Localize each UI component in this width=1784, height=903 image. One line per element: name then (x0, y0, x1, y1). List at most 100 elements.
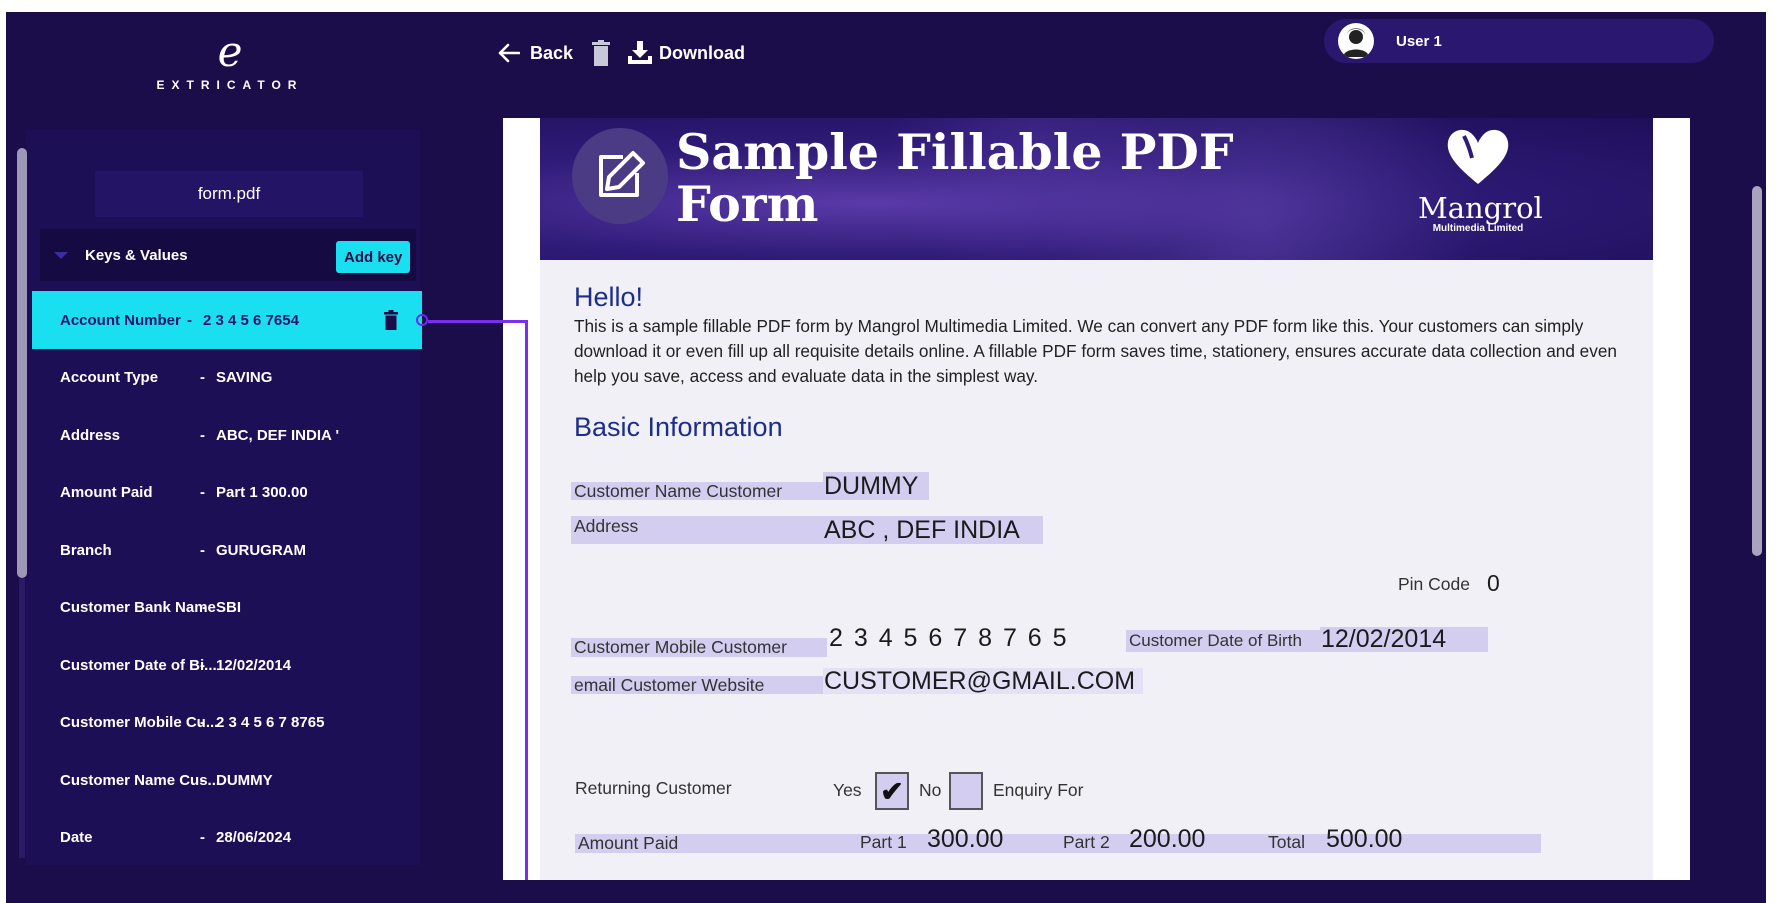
kv-value: 2 3 4 5 6 7 8765 (216, 714, 325, 732)
kv-value: SAVING (216, 369, 273, 387)
kv-key: Account Number (60, 311, 181, 329)
customer-name-label: Customer Name Customer (571, 481, 823, 501)
total-field[interactable]: 500.00 (1326, 825, 1402, 854)
kv-value: 28/06/2024 (216, 829, 292, 847)
kv-value: ABC, DEF INDIA ' (216, 426, 340, 444)
banner-title-line2: Form (676, 175, 819, 233)
kv-separator: - (200, 829, 205, 847)
download-icon (627, 41, 653, 65)
kv-value: DUMMY (216, 771, 273, 789)
kv-key: Account Type (60, 369, 159, 387)
total-label: Total (1268, 832, 1305, 852)
basic-information-heading: Basic Information (574, 412, 783, 442)
brand-logo: Mangrol Multimedia Limited (1418, 124, 1543, 234)
heart-logo-icon (1447, 129, 1509, 184)
key-value-row[interactable]: Address - ABC, DEF INDIA ' (32, 407, 422, 465)
hello-heading: Hello! (574, 282, 644, 312)
part1-field[interactable]: 300.00 (927, 825, 1003, 854)
kv-separator: - (200, 369, 205, 387)
pdf-viewer: Sample Fillable PDF Form Mangrol Multime… (503, 118, 1690, 880)
download-label: Download (659, 42, 746, 63)
key-value-row[interactable]: Customer Mobile Cu... - 2 3 4 5 6 7 8765 (32, 694, 422, 752)
brand-subtitle: Multimedia Limited (1432, 223, 1524, 234)
key-value-row[interactable]: Branch - GURUGRAM (32, 522, 422, 580)
chevron-down-icon[interactable] (54, 251, 68, 259)
kv-value: Part 1 300.00 (216, 484, 308, 502)
address-label: Address (571, 516, 823, 544)
kv-separator: - (200, 714, 205, 732)
customer-mobile-field[interactable]: 2 3 4 5 6 7 8 7 6 5 (829, 624, 1069, 653)
kv-key: Customer Name Cus... (60, 771, 221, 789)
kv-key: Date (60, 829, 93, 847)
kv-value: 2 3 4 5 6 7654 (203, 311, 299, 329)
connector-line-vertical (525, 320, 528, 880)
customer-dob-label: Customer Date of Birth (1126, 630, 1326, 652)
back-button[interactable]: Back (498, 43, 573, 64)
document-scrollbar[interactable] (1752, 186, 1762, 556)
email-field[interactable]: CUSTOMER@GMAIL.COM (823, 667, 1143, 695)
kv-key: Customer Date of Bi... (60, 656, 217, 674)
back-label: Back (530, 42, 574, 63)
yes-checkbox[interactable]: ✔ (875, 772, 909, 810)
panel-scrollbar[interactable] (17, 148, 27, 578)
key-value-row[interactable]: Customer Date of Bi... - 12/02/2014 (32, 637, 422, 695)
logo-text: EXTRICATOR (156, 78, 304, 92)
delete-button[interactable] (591, 40, 611, 66)
address-field[interactable]: ABC , DEF INDIA (823, 516, 1043, 544)
amount-paid-label: Amount Paid (575, 833, 821, 853)
kv-key: Customer Mobile Cu... (60, 714, 219, 732)
kv-separator: - (200, 426, 205, 444)
user-name: User 1 (1396, 32, 1442, 50)
arrow-left-icon (498, 43, 520, 63)
customer-mobile-label: Customer Mobile Customer (571, 637, 827, 657)
pin-code-label: Pin Code (1398, 574, 1470, 594)
logo-mark: e (217, 27, 243, 76)
trash-icon[interactable] (384, 310, 398, 334)
key-value-row[interactable]: Customer Bank Name - SBI (32, 579, 422, 637)
kv-separator: - (202, 599, 207, 617)
kv-value: SBI (216, 599, 242, 617)
no-label: No (919, 780, 942, 800)
kv-separator: - (200, 541, 205, 559)
kv-value: 12/02/2014 (216, 656, 292, 674)
add-key-button[interactable]: Add key (336, 241, 411, 273)
key-value-row[interactable]: Amount Paid - Part 1 300.00 (32, 464, 422, 522)
enquiry-for-label: Enquiry For (993, 780, 1084, 800)
user-menu[interactable]: User 1 (1324, 19, 1714, 63)
top-toolbar: Back Download (498, 40, 745, 66)
key-value-row-account-number[interactable]: Account Number - 2 3 4 5 6 7654 (32, 291, 428, 349)
connector-line (428, 320, 528, 323)
part2-field[interactable]: 200.00 (1129, 825, 1205, 854)
email-label: email Customer Website (571, 675, 823, 695)
file-name: form.pdf (95, 171, 363, 217)
key-value-row[interactable]: Customer Name Cus... - DUMMY (32, 752, 422, 810)
kv-key: Address (60, 426, 121, 444)
part1-label: Part 1 (860, 832, 907, 852)
kv-value: GURUGRAM (216, 541, 306, 559)
edit-icon (572, 128, 668, 224)
app-logo: e EXTRICATOR (150, 27, 310, 93)
key-value-row[interactable]: Account Type - SAVING (32, 349, 422, 407)
download-button[interactable]: Download (627, 41, 745, 65)
intro-paragraph: This is a sample fillable PDF form by Ma… (574, 316, 1617, 386)
key-value-row[interactable]: Date - 28/06/2024 (32, 809, 422, 867)
user-avatar-icon (1343, 28, 1369, 57)
section-title: Keys & Values (85, 246, 188, 264)
part2-label: Part 2 (1063, 832, 1110, 852)
no-checkbox[interactable] (949, 772, 983, 810)
kv-key: Customer Bank Name (60, 599, 216, 617)
key-value-list: Account Number - 2 3 4 5 6 7654 Account … (32, 291, 428, 867)
banner-title: Sample Fillable PDF Form (676, 126, 1236, 230)
customer-dob-field[interactable]: 12/02/2014 (1320, 625, 1488, 653)
connector-handle[interactable] (416, 314, 428, 326)
kv-key: Amount Paid (60, 484, 153, 502)
returning-customer-label: Returning Customer (575, 778, 732, 798)
yes-label: Yes (833, 780, 862, 800)
checkmark-icon: ✔ (880, 775, 904, 807)
keys-values-header[interactable]: Keys & Values Add key (40, 229, 416, 281)
trash-icon (591, 40, 611, 66)
customer-name-field[interactable]: DUMMY (823, 472, 929, 500)
kv-separator: - (200, 656, 205, 674)
kv-separator: - (200, 484, 205, 502)
pin-code-field[interactable]: 0 (1487, 570, 1500, 597)
